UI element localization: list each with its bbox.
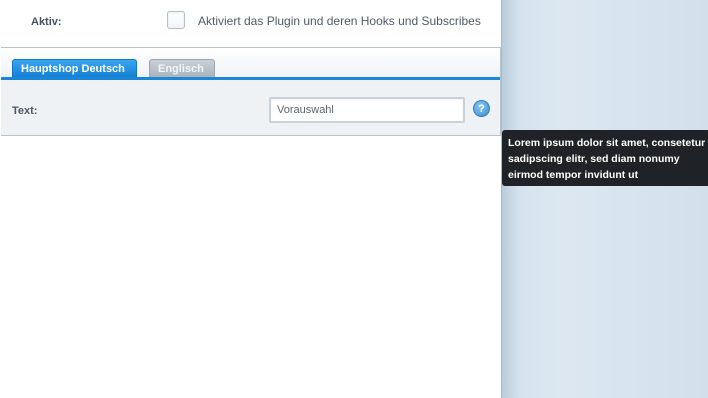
- tab-englisch[interactable]: Englisch: [149, 59, 215, 77]
- aktiv-label: Aktiv:: [31, 16, 62, 28]
- plugin-config-panel: Aktiv: Aktiviert das Plugin und deren Ho…: [0, 0, 502, 398]
- help-tooltip: Lorem ipsum dolor sit amet, consetetur s…: [502, 130, 708, 186]
- aktiv-row: Aktiv: Aktiviert das Plugin und deren Ho…: [0, 0, 502, 44]
- question-mark-icon[interactable]: ?: [473, 100, 490, 117]
- language-fieldset: Hauptshop Deutsch Englisch Text: ?: [1, 47, 501, 136]
- language-tabs: Hauptshop Deutsch Englisch: [1, 48, 500, 80]
- tab-hauptshop-deutsch[interactable]: Hauptshop Deutsch: [12, 59, 137, 77]
- text-field-label: Text:: [12, 105, 38, 117]
- aktiv-checkbox[interactable]: [167, 11, 185, 29]
- desktop-background: [502, 0, 708, 398]
- aktiv-checkbox-label[interactable]: Aktiviert das Plugin und deren Hooks und…: [198, 14, 481, 28]
- text-input[interactable]: [269, 97, 465, 123]
